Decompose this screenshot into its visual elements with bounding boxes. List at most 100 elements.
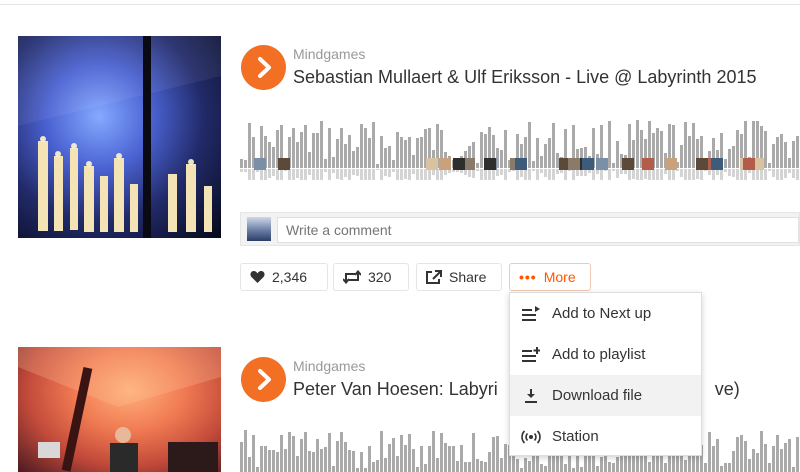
timed-comment-avatar[interactable] [665, 158, 677, 170]
waveform-reflection [344, 169, 347, 177]
waveform-reflection [484, 169, 487, 180]
waveform-bar [528, 122, 531, 168]
waveform-bar [300, 439, 303, 472]
waveform-reflection [768, 169, 771, 171]
waveform-bar [320, 449, 323, 472]
waveform-bar [684, 122, 687, 168]
menu-item-download-file[interactable]: Download file [510, 375, 701, 416]
waveform-bar [288, 432, 291, 472]
waveform-bar [772, 144, 775, 168]
timed-comment-avatar[interactable] [426, 158, 438, 170]
play-button[interactable] [241, 45, 286, 90]
waveform-reflection [436, 169, 439, 180]
waveform-bar [756, 453, 759, 472]
waveform-bar [724, 159, 727, 168]
waveform-reflection [496, 169, 499, 176]
timed-comment-avatar[interactable] [622, 158, 634, 170]
waveform-bar [384, 458, 387, 472]
menu-item-station[interactable]: Station [510, 416, 701, 457]
share-button[interactable]: Share [416, 263, 502, 291]
waveform-reflection [788, 169, 791, 173]
avatar [247, 217, 271, 241]
waveform-bar [380, 136, 383, 168]
timed-comment-avatar[interactable] [484, 158, 496, 170]
timed-comment-avatar[interactable] [439, 158, 451, 170]
waveform-bar [304, 432, 307, 472]
waveform-bar [524, 458, 527, 472]
more-button[interactable]: ••• More [509, 263, 591, 291]
waveform-bar [660, 131, 663, 168]
timed-comment-avatar[interactable] [743, 158, 755, 170]
waveform-bar [724, 463, 727, 472]
waveform-bar [332, 157, 335, 168]
waveform-bar [504, 130, 507, 168]
waveform-bar [384, 148, 387, 168]
track-artwork[interactable] [18, 36, 221, 238]
waveform-reflection [500, 169, 503, 175]
waveform-bar [648, 462, 651, 472]
station-icon [521, 429, 541, 444]
waveform-bar [380, 431, 383, 472]
waveform-bar [292, 128, 295, 168]
timed-comment-avatar[interactable] [596, 158, 608, 170]
menu-item-add-to-playlist[interactable]: Add to playlist [510, 334, 701, 375]
track-title[interactable]: Sebastian Mullaert & Ulf Eriksson - Live… [293, 67, 757, 88]
waveform-reflection [400, 169, 403, 180]
waveform[interactable] [240, 110, 800, 180]
timed-comment-avatar[interactable] [278, 158, 290, 170]
waveform-reflection [736, 169, 739, 180]
waveform-reflection [296, 169, 299, 178]
waveform-reflection [368, 169, 371, 180]
timed-comment-avatar[interactable] [696, 158, 708, 170]
waveform-bar [536, 138, 539, 168]
track-user[interactable]: Mindgames [293, 358, 365, 374]
like-button[interactable]: 2,346 [240, 263, 328, 291]
waveform-bar [336, 139, 339, 168]
waveform-bar [272, 147, 275, 168]
waveform-bar [340, 432, 343, 472]
timed-comment-avatar[interactable] [453, 158, 465, 170]
waveform-bar [732, 451, 735, 472]
waveform-reflection [552, 169, 555, 180]
waveform-reflection [392, 169, 395, 172]
waveform-reflection [540, 169, 543, 173]
waveform-reflection [248, 169, 251, 180]
comment-input[interactable] [277, 217, 799, 243]
track-artwork[interactable] [18, 347, 221, 472]
waveform-bar [244, 430, 247, 472]
waveform-reflection [644, 169, 647, 179]
timed-comment-avatar[interactable] [568, 158, 580, 170]
waveform-reflection [348, 169, 351, 180]
waveform-bar [576, 455, 579, 472]
waveform-bar [476, 163, 479, 168]
waveform-reflection [564, 169, 567, 180]
timed-comment-avatar[interactable] [642, 158, 654, 170]
waveform-bar [556, 153, 559, 168]
waveform-reflection [612, 169, 615, 171]
waveform-reflection [724, 169, 727, 172]
waveform-bar [324, 159, 327, 168]
play-button[interactable] [241, 357, 286, 402]
track-user[interactable]: Mindgames [293, 46, 365, 62]
waveform-bar [548, 138, 551, 168]
timed-comment-avatar[interactable] [254, 158, 266, 170]
waveform-bar [784, 142, 787, 168]
waveform-bar [248, 457, 251, 472]
waveform-reflection [700, 169, 703, 180]
play-icon [258, 57, 271, 78]
waveform-bar [612, 463, 615, 472]
timed-comment-avatar[interactable] [515, 158, 527, 170]
waveform-bar [792, 141, 795, 168]
timed-comment-avatar[interactable] [582, 158, 594, 170]
waveform-bar [436, 458, 439, 472]
waveform-bar [360, 452, 363, 472]
waveform-reflection [380, 169, 383, 180]
waveform-bar [608, 462, 611, 472]
timed-comment-avatar[interactable] [711, 158, 723, 170]
menu-item-add-next-up[interactable]: Add to Next up [510, 293, 701, 334]
waveform-bar [512, 455, 515, 472]
repost-button[interactable]: 320 [333, 263, 409, 291]
waveform-reflection [476, 169, 479, 171]
waveform-bar [388, 444, 391, 472]
waveform-reflection [492, 169, 495, 180]
